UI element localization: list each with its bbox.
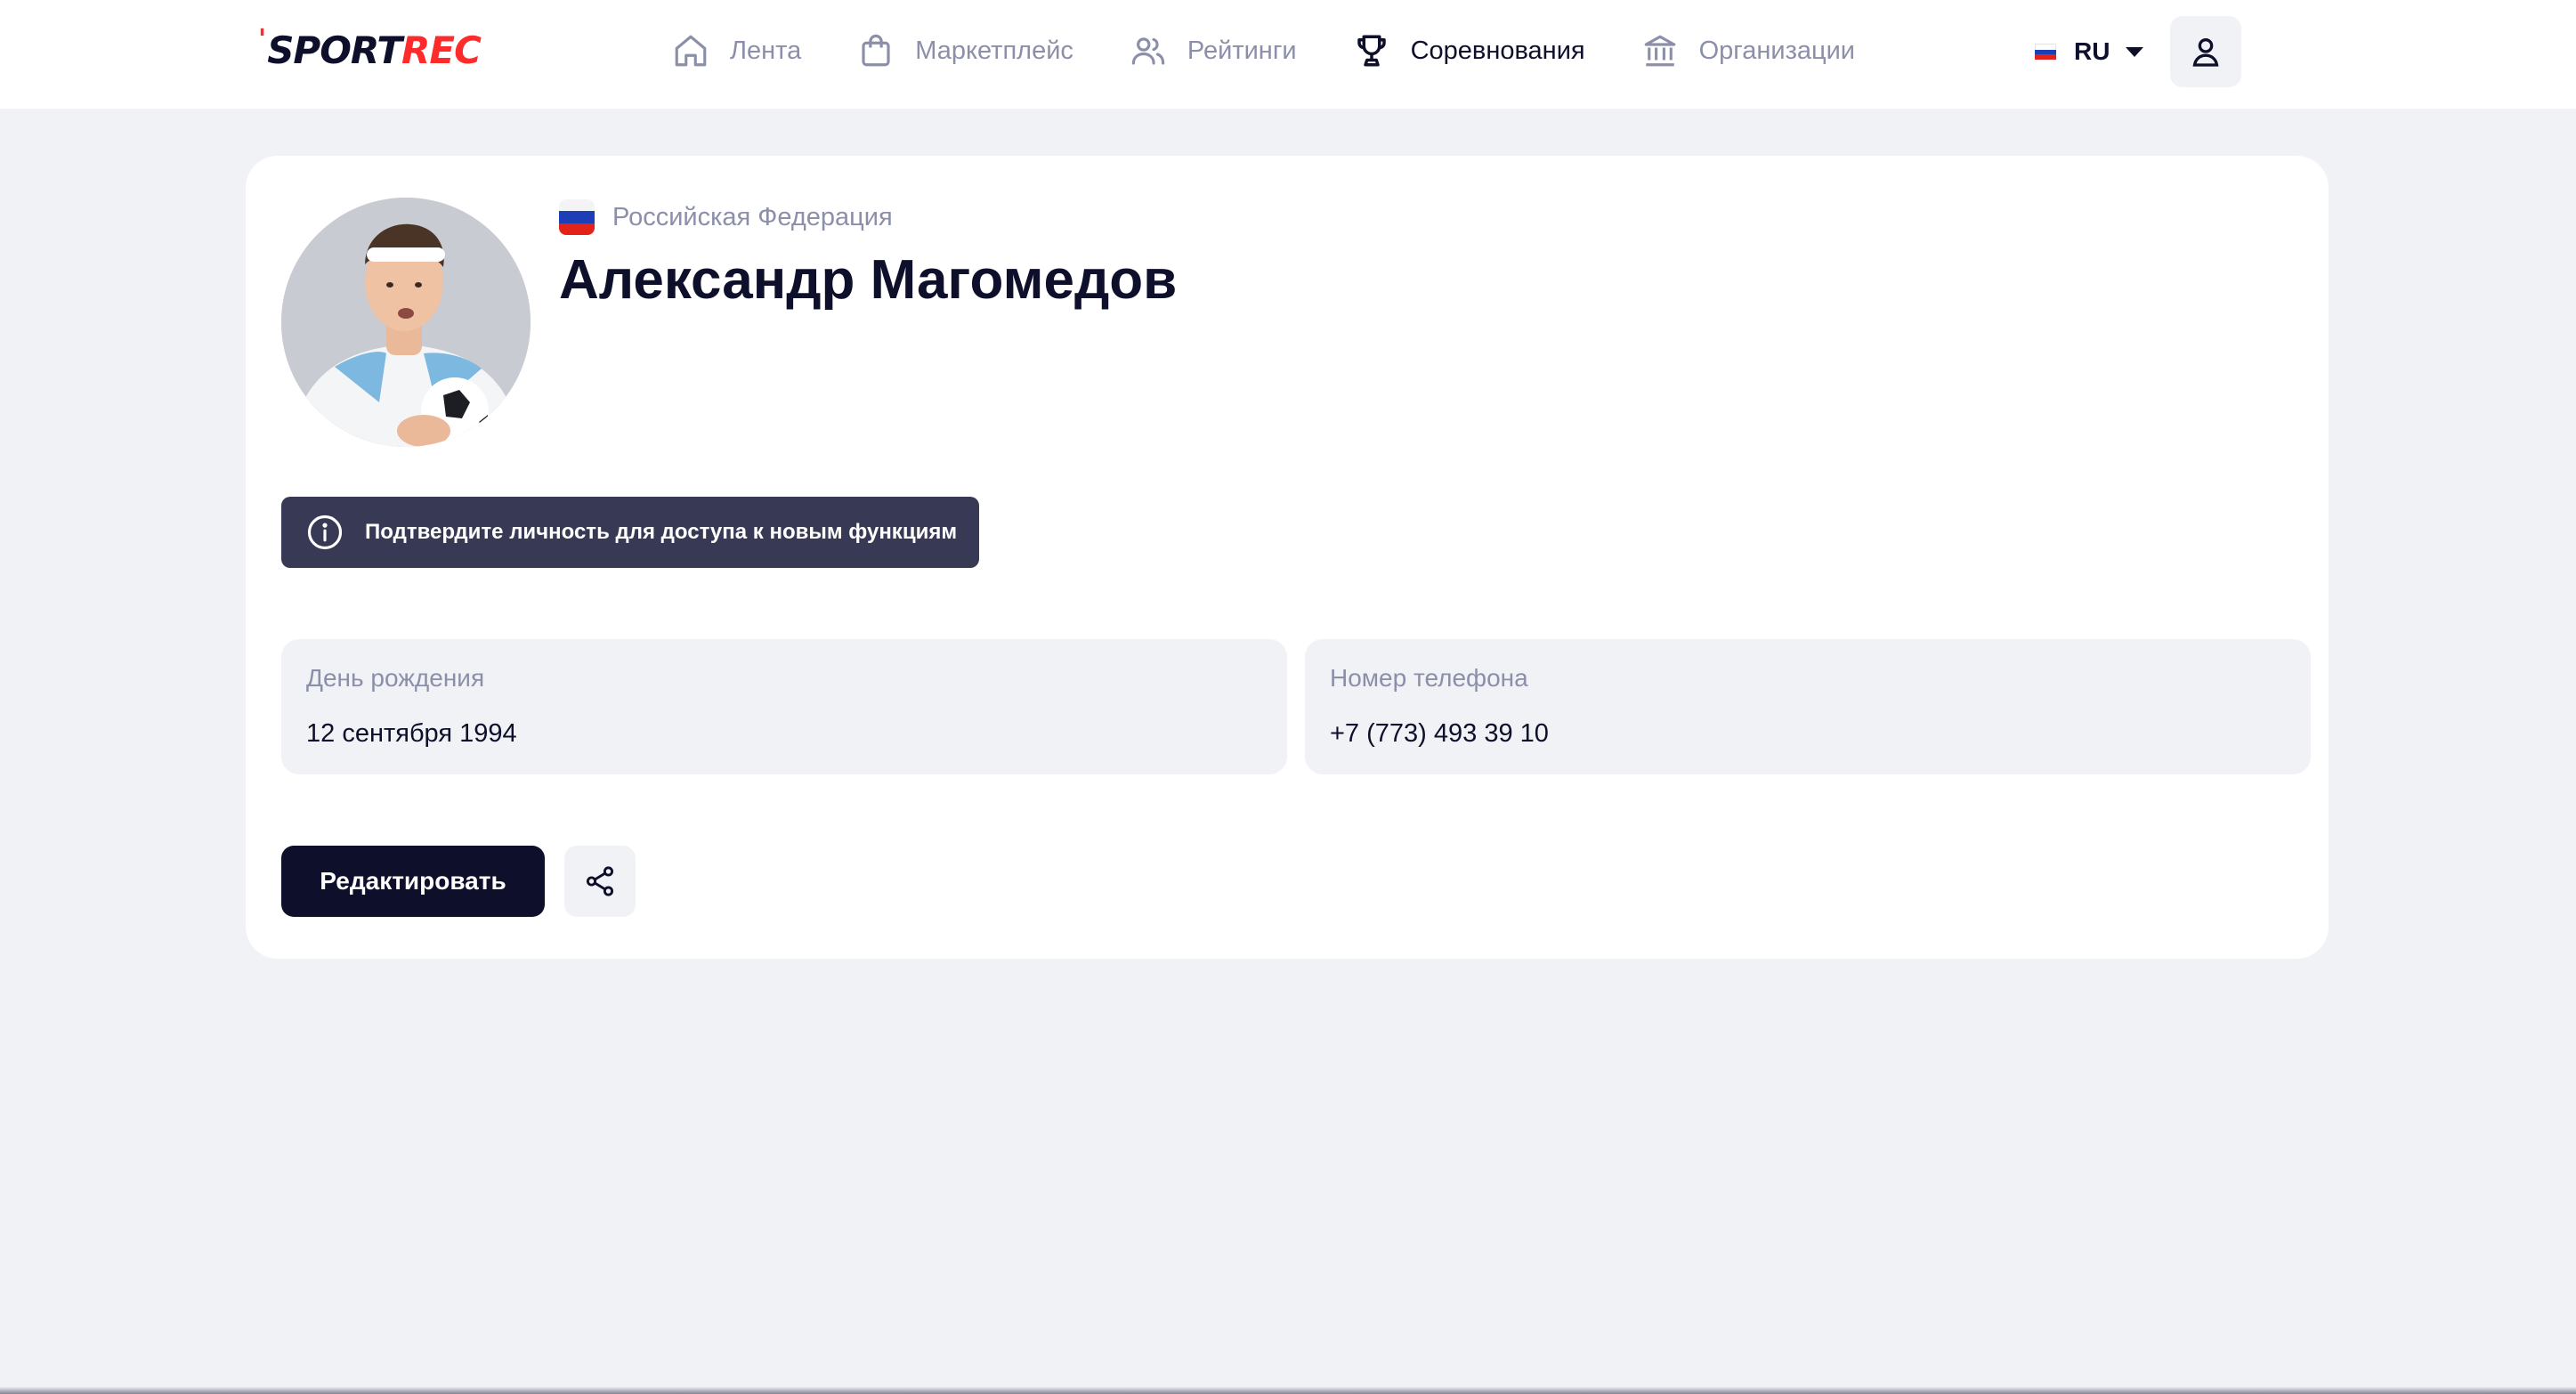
nav-item-organizations[interactable]: Организации	[1640, 23, 1855, 78]
main-nav: Лента Маркетплейс Рейтинги Соревнования …	[671, 23, 1910, 78]
users-icon	[1129, 31, 1168, 70]
shopping-bag-icon	[856, 31, 895, 70]
chevron-down-icon	[2126, 46, 2144, 57]
sportrec-logo[interactable]: ' SPORT REC	[258, 23, 482, 75]
phone-label: Номер телефона	[1330, 664, 1528, 692]
verify-identity-notice[interactable]: Подтвердите личность для доступа к новым…	[281, 497, 979, 568]
nav-item-competitions[interactable]: Соревнования	[1352, 23, 1585, 78]
nav-item-feed[interactable]: Лента	[671, 23, 801, 78]
birthday-field: День рождения 12 сентября 1994	[281, 639, 1287, 774]
institution-icon	[1640, 31, 1680, 70]
language-selector[interactable]: RU	[2035, 27, 2144, 77]
share-button[interactable]	[564, 846, 636, 917]
country: Российская Федерация	[559, 199, 893, 236]
avatar[interactable]	[281, 198, 531, 447]
birthday-value: 12 сентября 1994	[306, 719, 517, 748]
nav-label: Лента	[730, 36, 802, 65]
nav-label: Рейтинги	[1187, 36, 1297, 65]
trophy-icon	[1352, 31, 1391, 70]
russia-flag-icon	[2035, 44, 2056, 61]
home-icon	[671, 31, 710, 70]
user-account-button[interactable]	[2170, 16, 2241, 87]
edit-profile-button[interactable]: Редактировать	[281, 846, 545, 917]
info-icon	[307, 515, 343, 550]
profile-card: Российская Федерация Александр Магомедов…	[246, 156, 2329, 959]
language-code: RU	[2074, 37, 2110, 65]
logo-text-rec: REC	[401, 28, 482, 72]
country-name: Российская Федерация	[612, 202, 893, 231]
profile-name: Александр Магомедов	[559, 249, 1178, 311]
nav-label: Организации	[1698, 36, 1856, 65]
phone-value: +7 (773) 493 39 10	[1330, 719, 1549, 748]
share-icon	[586, 866, 614, 896]
birthday-label: День рождения	[306, 664, 485, 692]
logo-dot: '	[258, 23, 266, 55]
nav-item-ratings[interactable]: Рейтинги	[1129, 23, 1297, 78]
bottom-shadow	[0, 1387, 2576, 1394]
nav-item-marketplace[interactable]: Маркетплейс	[856, 23, 1073, 78]
nav-label: Маркетплейс	[915, 36, 1073, 65]
russia-flag-icon	[559, 199, 595, 235]
nav-label: Соревнования	[1410, 36, 1585, 65]
user-icon	[2192, 38, 2219, 67]
verify-notice-text: Подтвердите личность для доступа к новым…	[365, 520, 958, 544]
logo-text-sport: SPORT	[267, 28, 402, 72]
phone-field: Номер телефона +7 (773) 493 39 10	[1305, 639, 2311, 774]
top-navigation-bar: ' SPORT REC Лента Маркетплейс Рейтинги Сор…	[0, 0, 2576, 109]
